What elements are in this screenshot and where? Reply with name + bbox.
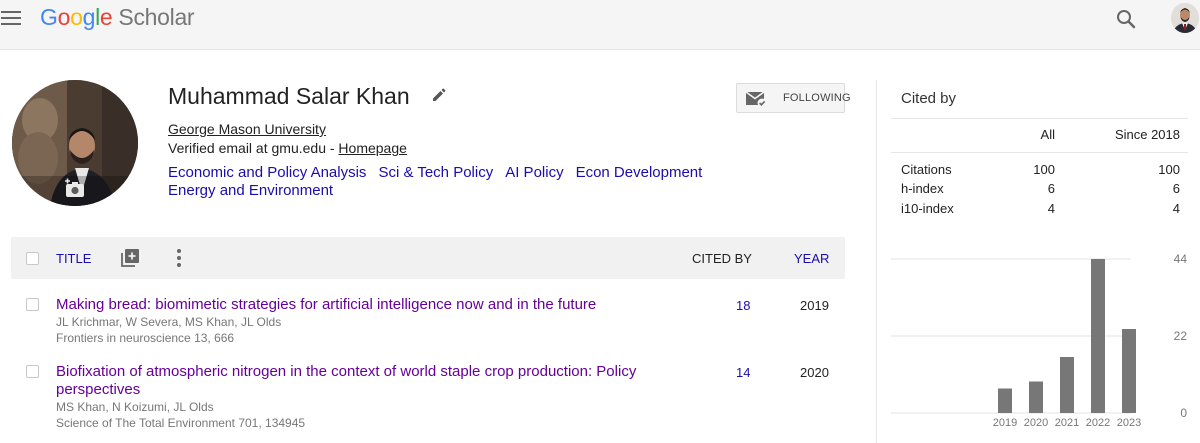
research-interests: Economic and Policy Analysis Sci & Tech P… [168, 164, 728, 200]
profile-photo[interactable] [12, 80, 138, 206]
logo-letter: G [40, 4, 58, 30]
col-all-header: All [1040, 127, 1055, 142]
i10-index-since: 4 [1172, 201, 1180, 216]
pencil-icon[interactable] [431, 87, 447, 103]
top-bar: Google Scholar [0, 0, 1200, 50]
row-checkbox[interactable] [26, 365, 39, 378]
logo-suffix: Scholar [118, 4, 195, 30]
interest-link[interactable]: Econ Development [576, 164, 703, 182]
x-tick-label: 2020 [1024, 417, 1048, 429]
logo-letter: o [57, 4, 71, 30]
article-title[interactable]: Biofixation of atmospheric nitrogen in t… [56, 363, 676, 399]
citations-since: 100 [1158, 162, 1180, 177]
interest-link[interactable]: Energy and Environment [168, 182, 333, 200]
chart-bar-2020[interactable] [1029, 381, 1043, 414]
h-index-label[interactable]: h-index [901, 181, 944, 196]
y-tick-label: 22 [1174, 329, 1188, 343]
col-since-header: Since 2018 [1114, 127, 1180, 142]
affiliation-link[interactable]: George Mason University [168, 121, 326, 137]
i10-index-label[interactable]: i10-index [901, 201, 954, 216]
article-venue: Science of The Total Environment 701, 13… [56, 416, 306, 430]
interest-link[interactable]: AI Policy [505, 164, 563, 182]
logo-letter: o [70, 4, 83, 30]
account-avatar[interactable] [1171, 3, 1199, 33]
article-cited-by[interactable]: 18 [736, 298, 750, 313]
x-tick-label: 2019 [993, 417, 1017, 429]
article-title[interactable]: Making bread: biomimetic strategies for … [56, 296, 676, 314]
article-year: 2020 [800, 365, 829, 380]
interest-link[interactable]: Sci & Tech Policy [378, 164, 493, 182]
article-cited-by[interactable]: 14 [736, 365, 750, 380]
articles-table-header: TITLE CITED BY YEAR [11, 237, 845, 279]
cited-by-title: Cited by [901, 90, 957, 107]
chart-bar-2022[interactable] [1091, 259, 1105, 413]
citations-all: 100 [1033, 162, 1055, 177]
interest-link[interactable]: Economic and Policy Analysis [168, 164, 366, 182]
x-tick-label: 2022 [1086, 417, 1110, 429]
chart-bar-2023[interactable] [1122, 329, 1136, 413]
h-index-since: 6 [1172, 181, 1180, 196]
logo-letter: g [82, 4, 96, 30]
following-label: FOLLOWING [783, 92, 851, 104]
homepage-link[interactable]: Homepage [338, 140, 407, 156]
sort-by-title[interactable]: TITLE [56, 251, 91, 266]
more-vert-icon[interactable] [176, 248, 182, 268]
row-checkbox[interactable] [26, 298, 39, 311]
article-authors: MS Khan, N Koizumi, JL Olds [56, 400, 214, 414]
x-tick-label: 2023 [1117, 417, 1141, 429]
select-all-checkbox[interactable] [26, 252, 39, 265]
h-index-all: 6 [1047, 181, 1055, 196]
panel-divider [876, 80, 877, 443]
add-box-icon[interactable] [120, 248, 140, 268]
divider [891, 118, 1188, 119]
google-scholar-logo[interactable]: Google Scholar [40, 4, 195, 31]
following-button[interactable]: FOLLOWING [736, 83, 851, 113]
article-authors: JL Krichmar, W Severa, MS Khan, JL Olds [56, 315, 282, 329]
sort-by-cited[interactable]: CITED BY [692, 251, 752, 266]
divider [891, 152, 1188, 153]
y-tick-label: 44 [1174, 252, 1188, 266]
search-icon[interactable] [1114, 7, 1138, 31]
profile-name: Muhammad Salar Khan [168, 83, 410, 109]
sort-by-year[interactable]: YEAR [794, 251, 829, 266]
article-year: 2019 [800, 298, 829, 313]
y-tick-label: 0 [1180, 406, 1187, 420]
mail-check-icon [745, 90, 767, 108]
article-venue: Frontiers in neuroscience 13, 666 [56, 331, 235, 345]
chart-bar-2019[interactable] [998, 388, 1012, 414]
hamburger-menu-icon[interactable] [1, 9, 21, 27]
x-tick-label: 2021 [1055, 417, 1079, 429]
verified-text: Verified email at gmu.edu - [168, 140, 339, 156]
citations-chart: 0 22 44 2019 2020 2021 2022 2023 [891, 252, 1188, 429]
i10-index-all: 4 [1047, 201, 1055, 216]
logo-letter: e [99, 4, 113, 30]
verified-email: Verified email at gmu.edu - Homepage [168, 140, 407, 156]
citations-label[interactable]: Citations [901, 162, 952, 177]
chart-bar-2021[interactable] [1060, 357, 1074, 413]
add-photo-icon[interactable] [64, 178, 86, 198]
